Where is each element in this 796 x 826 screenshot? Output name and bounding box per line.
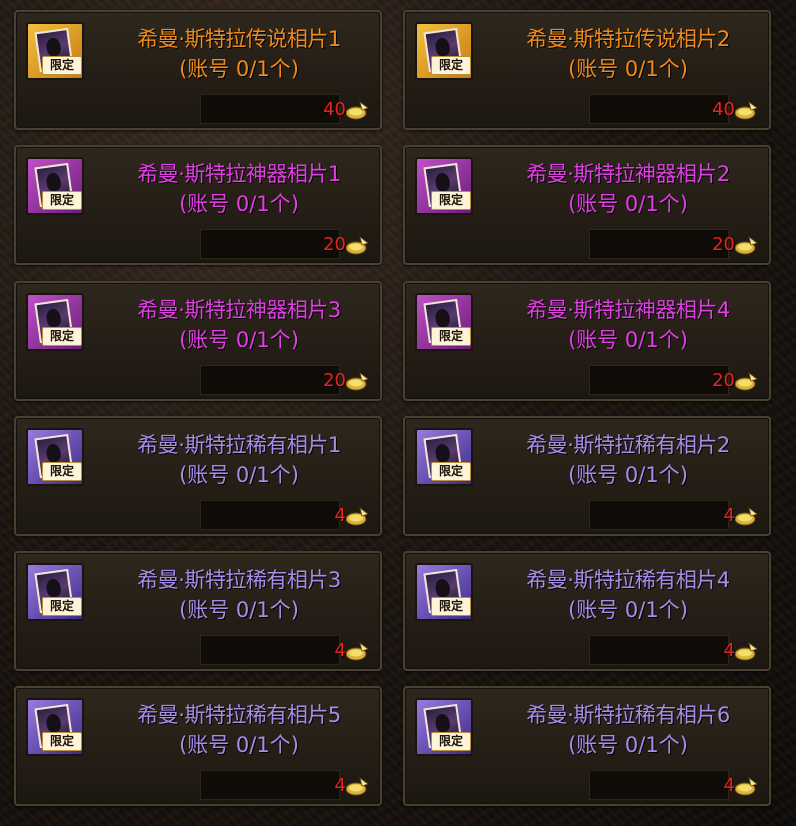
limited-badge: 限定 xyxy=(42,327,82,346)
item-limit-text: (账号 0/1个) xyxy=(568,598,688,622)
legendary-photo-icon[interactable]: 限定 xyxy=(415,22,473,80)
price-value: 20 xyxy=(712,370,735,391)
item-card[interactable]: 限定 希曼·斯特拉稀有相片4 (账号 0/1个) 4 xyxy=(403,551,771,671)
currency-icon xyxy=(735,507,758,526)
legendary-photo-icon[interactable]: 限定 xyxy=(26,22,84,80)
price-value: 20 xyxy=(712,234,735,255)
price-bar xyxy=(200,229,340,259)
item-title: 希曼·斯特拉稀有相片4 xyxy=(526,568,730,592)
price-bar xyxy=(589,94,729,124)
limited-badge: 限定 xyxy=(431,597,471,616)
item-title: 希曼·斯特拉神器相片1 xyxy=(137,162,341,186)
limited-badge: 限定 xyxy=(42,191,82,210)
item-title: 希曼·斯特拉传说相片1 xyxy=(137,27,341,51)
item-grid: 限定 希曼·斯特拉传说相片1 (账号 0/1个) 40 限定 希曼·斯特拉传说相片2 (账号… xyxy=(0,0,796,826)
rare-photo-icon[interactable]: 限定 xyxy=(26,698,84,756)
price-bar xyxy=(200,500,340,530)
rare-photo-icon[interactable]: 限定 xyxy=(26,563,84,621)
artifact-photo-icon[interactable]: 限定 xyxy=(415,157,473,215)
item-card[interactable]: 限定 希曼·斯特拉稀有相片6 (账号 0/1个) 4 xyxy=(403,686,771,806)
item-limit-text: (账号 0/1个) xyxy=(179,598,299,622)
item-title: 希曼·斯特拉神器相片4 xyxy=(526,298,730,322)
item-card[interactable]: 限定 希曼·斯特拉神器相片1 (账号 0/1个) 20 xyxy=(14,145,382,265)
price-bar xyxy=(200,94,340,124)
item-limit-text: (账号 0/1个) xyxy=(568,463,688,487)
item-card[interactable]: 限定 希曼·斯特拉神器相片2 (账号 0/1个) 20 xyxy=(403,145,771,265)
currency-icon xyxy=(346,236,369,255)
price-bar xyxy=(589,229,729,259)
currency-icon xyxy=(346,101,369,120)
currency-icon xyxy=(346,507,369,526)
currency-icon xyxy=(735,101,758,120)
price-value: 40 xyxy=(323,99,346,120)
item-title: 希曼·斯特拉神器相片3 xyxy=(137,298,341,322)
limited-badge: 限定 xyxy=(42,462,82,481)
currency-icon xyxy=(735,642,758,661)
item-title: 希曼·斯特拉稀有相片1 xyxy=(137,433,341,457)
limited-badge: 限定 xyxy=(431,327,471,346)
item-card[interactable]: 限定 希曼·斯特拉神器相片3 (账号 0/1个) 20 xyxy=(14,281,382,401)
item-card[interactable]: 限定 希曼·斯特拉稀有相片2 (账号 0/1个) 4 xyxy=(403,416,771,536)
limited-badge: 限定 xyxy=(42,56,82,75)
currency-icon xyxy=(735,236,758,255)
rare-photo-icon[interactable]: 限定 xyxy=(415,563,473,621)
item-limit-text: (账号 0/1个) xyxy=(179,463,299,487)
item-limit-text: (账号 0/1个) xyxy=(179,733,299,757)
price-value: 40 xyxy=(712,99,735,120)
price-value: 20 xyxy=(323,234,346,255)
currency-icon xyxy=(346,777,369,796)
item-card[interactable]: 限定 希曼·斯特拉神器相片4 (账号 0/1个) 20 xyxy=(403,281,771,401)
item-title: 希曼·斯特拉稀有相片6 xyxy=(526,703,730,727)
price-bar xyxy=(200,635,340,665)
currency-icon xyxy=(346,642,369,661)
limited-badge: 限定 xyxy=(42,732,82,751)
item-title: 希曼·斯特拉稀有相片2 xyxy=(526,433,730,457)
item-card[interactable]: 限定 希曼·斯特拉传说相片2 (账号 0/1个) 40 xyxy=(403,10,771,130)
price-value: 4 xyxy=(334,640,346,661)
item-limit-text: (账号 0/1个) xyxy=(179,328,299,352)
currency-icon xyxy=(735,777,758,796)
item-limit-text: (账号 0/1个) xyxy=(568,57,688,81)
price-value: 4 xyxy=(723,640,735,661)
price-bar xyxy=(589,365,729,395)
item-title: 希曼·斯特拉稀有相片5 xyxy=(137,703,341,727)
limited-badge: 限定 xyxy=(431,732,471,751)
limited-badge: 限定 xyxy=(431,56,471,75)
price-bar xyxy=(589,500,729,530)
price-value: 4 xyxy=(334,505,346,526)
limited-badge: 限定 xyxy=(431,462,471,481)
price-bar xyxy=(200,770,340,800)
artifact-photo-icon[interactable]: 限定 xyxy=(26,157,84,215)
item-title: 希曼·斯特拉神器相片2 xyxy=(526,162,730,186)
item-limit-text: (账号 0/1个) xyxy=(568,192,688,216)
currency-icon xyxy=(735,372,758,391)
limited-badge: 限定 xyxy=(42,597,82,616)
currency-icon xyxy=(346,372,369,391)
limited-badge: 限定 xyxy=(431,191,471,210)
item-card[interactable]: 限定 希曼·斯特拉稀有相片3 (账号 0/1个) 4 xyxy=(14,551,382,671)
price-bar xyxy=(589,770,729,800)
artifact-photo-icon[interactable]: 限定 xyxy=(415,293,473,351)
item-card[interactable]: 限定 希曼·斯特拉稀有相片5 (账号 0/1个) 4 xyxy=(14,686,382,806)
item-card[interactable]: 限定 希曼·斯特拉稀有相片1 (账号 0/1个) 4 xyxy=(14,416,382,536)
artifact-photo-icon[interactable]: 限定 xyxy=(26,293,84,351)
price-value: 4 xyxy=(723,775,735,796)
item-limit-text: (账号 0/1个) xyxy=(568,328,688,352)
item-card[interactable]: 限定 希曼·斯特拉传说相片1 (账号 0/1个) 40 xyxy=(14,10,382,130)
rare-photo-icon[interactable]: 限定 xyxy=(415,698,473,756)
item-title: 希曼·斯特拉传说相片2 xyxy=(526,27,730,51)
rare-photo-icon[interactable]: 限定 xyxy=(415,428,473,486)
item-title: 希曼·斯特拉稀有相片3 xyxy=(137,568,341,592)
item-limit-text: (账号 0/1个) xyxy=(179,57,299,81)
item-limit-text: (账号 0/1个) xyxy=(568,733,688,757)
price-bar xyxy=(589,635,729,665)
item-limit-text: (账号 0/1个) xyxy=(179,192,299,216)
price-value: 4 xyxy=(334,775,346,796)
price-value: 20 xyxy=(323,370,346,391)
price-bar xyxy=(200,365,340,395)
rare-photo-icon[interactable]: 限定 xyxy=(26,428,84,486)
price-value: 4 xyxy=(723,505,735,526)
